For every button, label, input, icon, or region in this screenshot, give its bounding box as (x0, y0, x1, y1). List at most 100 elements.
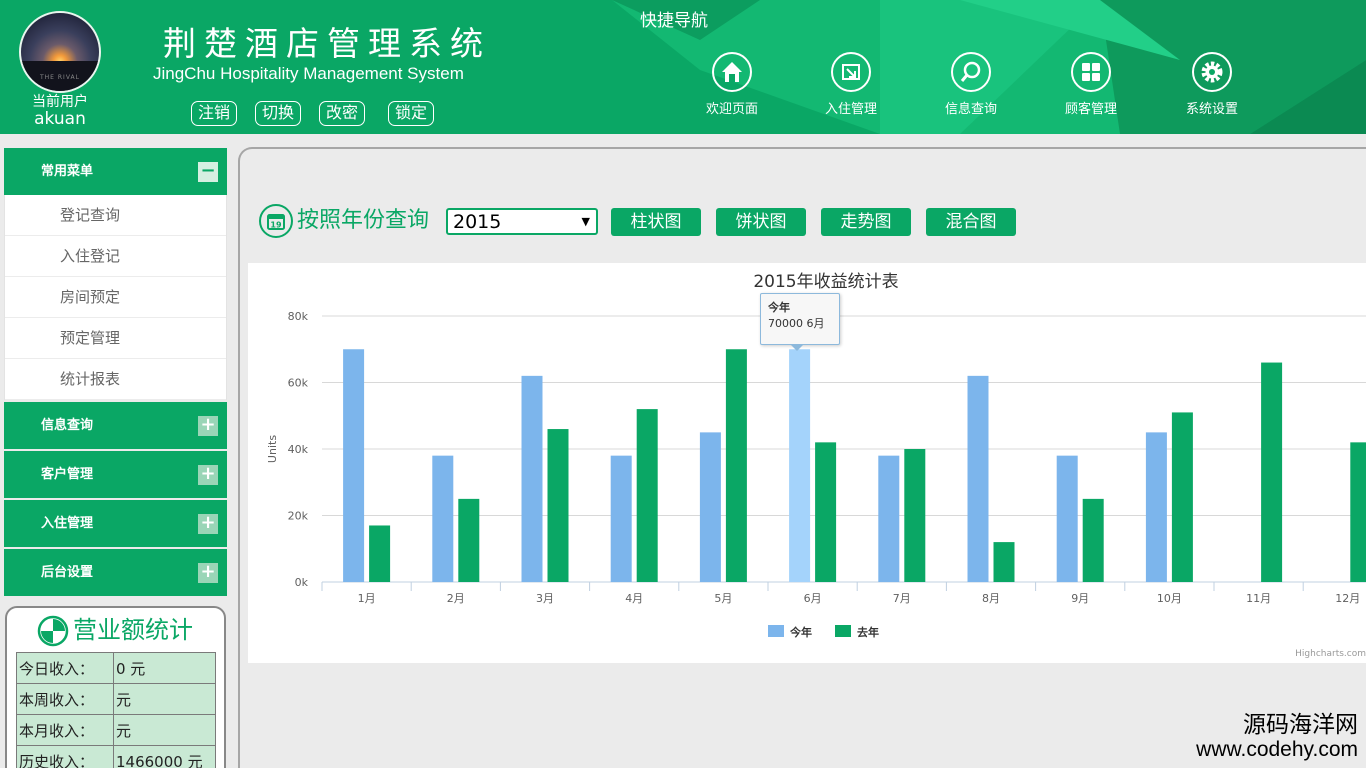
revenue-chart: 2015年收益统计表 0k 20k 40k 60k 80k Units 1月 2月 3月 4月 5月 6… (248, 263, 1366, 663)
system-title: 荆楚酒店管理系统 (163, 24, 491, 63)
current-user-name: akuan (34, 109, 86, 129)
legend-swatch (768, 625, 784, 637)
y-tick-label: 40k (288, 443, 309, 456)
menu-common-label: 常用菜单 (41, 164, 94, 179)
table-row: 今日收入： 0 元 (16, 652, 216, 684)
bar-last-year (904, 449, 926, 582)
nav-settings[interactable]: 系统设置 (1162, 52, 1262, 118)
x-tick-label: 7月 (893, 592, 911, 605)
pie-chart-icon (37, 615, 69, 647)
x-tick-label: 11月 (1246, 592, 1271, 605)
chart-title: 2015年收益统计表 (753, 272, 898, 292)
query-label: 按照年份查询 (297, 208, 430, 233)
menu-checkin-management-label: 入住管理 (41, 516, 94, 531)
watermark: 源码海洋网 www.codehy.com (1196, 712, 1358, 762)
revenue-table: 今日收入： 0 元 本周收入： 元 本月收入： 元 历史收入： 1466000 … (16, 652, 216, 768)
x-tick-label: 10月 (1157, 592, 1182, 605)
nav-settings-label: 系统设置 (1185, 102, 1238, 117)
bar-this-year (610, 455, 632, 582)
submenu-item-booking-management[interactable]: 预定管理 (5, 318, 226, 359)
pie-chart-button[interactable]: 饼状图 (716, 208, 806, 236)
legend-item: 今年 (789, 625, 812, 639)
year-select[interactable]: 2015 ▼ (446, 208, 598, 235)
year-select-value: 2015 (453, 211, 502, 233)
menu-backend-settings[interactable]: 后台设置 + (4, 549, 227, 596)
trend-chart-button[interactable]: 走势图 (821, 208, 911, 236)
tooltip-series: 今年 (768, 301, 790, 314)
dropdown-arrow-icon: ▼ (581, 215, 590, 228)
submenu-item-register-query[interactable]: 登记查询 (5, 195, 226, 236)
x-tick-label: 5月 (714, 592, 732, 605)
change-password-button[interactable]: 改密 (319, 101, 366, 126)
current-user-label: 当前用户 (32, 94, 88, 110)
mixed-chart-button[interactable]: 混合图 (926, 208, 1016, 236)
legend-swatch (835, 625, 851, 637)
nav-info-query[interactable]: 信息查询 (921, 52, 1021, 118)
nav-customer[interactable]: 顾客管理 (1041, 52, 1141, 118)
y-tick-label: 80k (288, 310, 309, 323)
nav-checkin[interactable]: 入住管理 (801, 52, 901, 118)
expand-icon[interactable]: + (198, 514, 218, 534)
x-tick-label: 1月 (358, 592, 376, 605)
y-tick-label: 0k (295, 576, 309, 589)
x-tick-label: 9月 (1071, 592, 1089, 605)
tooltip-pointer (790, 344, 804, 351)
user-avatar[interactable]: THE RIVAL (19, 11, 101, 93)
menu-common[interactable]: 常用菜单 − (4, 148, 227, 195)
menu-customer-management-label: 客户管理 (41, 467, 94, 482)
table-row: 本周收入： 元 (16, 683, 216, 715)
chart-tooltip: 今年 70000 6月 (760, 293, 840, 345)
sidebar: 常用菜单 − 登记查询 入住登记 房间预定 预定管理 统计报表 信息查询 + 客… (4, 148, 227, 598)
avatar-text: THE RIVAL (40, 74, 80, 81)
bar-this-year (1145, 432, 1167, 582)
bar-last-year (1350, 442, 1366, 582)
expand-icon[interactable]: + (198, 465, 218, 485)
bar-this-year (1056, 455, 1078, 582)
revenue-title: 营业额统计 (37, 614, 193, 647)
grid-icon (1071, 52, 1111, 92)
bar-chart-button[interactable]: 柱状图 (611, 208, 701, 236)
revenue-week-label: 本周收入： (16, 683, 114, 715)
nav-welcome-label: 欢迎页面 (705, 102, 758, 117)
submenu-item-checkin-register[interactable]: 入住登记 (5, 236, 226, 277)
switch-user-button[interactable]: 切换 (255, 101, 302, 126)
revenue-history-label: 历史收入： (16, 745, 114, 768)
quick-nav-title: 快捷导航 (640, 11, 708, 31)
expand-icon[interactable]: + (198, 416, 218, 436)
bar-last-year (993, 542, 1015, 582)
table-row: 本月收入： 元 (16, 714, 216, 746)
menu-checkin-management[interactable]: 入住管理 + (4, 500, 227, 547)
x-tick-label: 3月 (536, 592, 554, 605)
nav-welcome[interactable]: 欢迎页面 (682, 52, 782, 118)
revenue-month-label: 本月收入： (16, 714, 114, 746)
table-row: 历史收入： 1466000 元 (16, 745, 216, 768)
bar-this-year (343, 349, 365, 582)
watermark-line2: www.codehy.com (1196, 738, 1358, 761)
bar-last-year (1171, 412, 1193, 582)
nav-checkin-label: 入住管理 (824, 102, 877, 117)
lock-button[interactable]: 锁定 (388, 101, 435, 126)
logout-button[interactable]: 注销 (191, 101, 238, 126)
menu-info-query[interactable]: 信息查询 + (4, 402, 227, 449)
menu-backend-settings-label: 后台设置 (41, 565, 94, 580)
submenu-item-statistics-report[interactable]: 统计报表 (5, 359, 226, 400)
expand-icon[interactable]: + (198, 563, 218, 583)
nav-customer-label: 顾客管理 (1064, 102, 1117, 117)
watermark-line1: 源码海洋网 (1243, 712, 1358, 738)
bar-this-year (967, 375, 989, 582)
bar-last-year (815, 442, 837, 582)
revenue-history-value: 1466000 元 (113, 745, 216, 768)
bar-last-year (1082, 498, 1104, 582)
collapse-icon[interactable]: − (198, 162, 218, 182)
search-icon (951, 52, 991, 92)
menu-info-query-label: 信息查询 (41, 418, 94, 433)
menu-customer-management[interactable]: 客户管理 + (4, 451, 227, 498)
x-tick-label: 6月 (804, 592, 822, 605)
submenu-item-room-booking[interactable]: 房间预定 (5, 277, 226, 318)
calendar-day: 19 (270, 221, 282, 230)
bar-last-year (1261, 362, 1283, 582)
revenue-today-label: 今日收入： (16, 652, 114, 684)
chart-credit[interactable]: Highcharts.com (1295, 649, 1366, 659)
checkin-icon (831, 52, 871, 92)
legend-item: 去年 (857, 625, 879, 639)
